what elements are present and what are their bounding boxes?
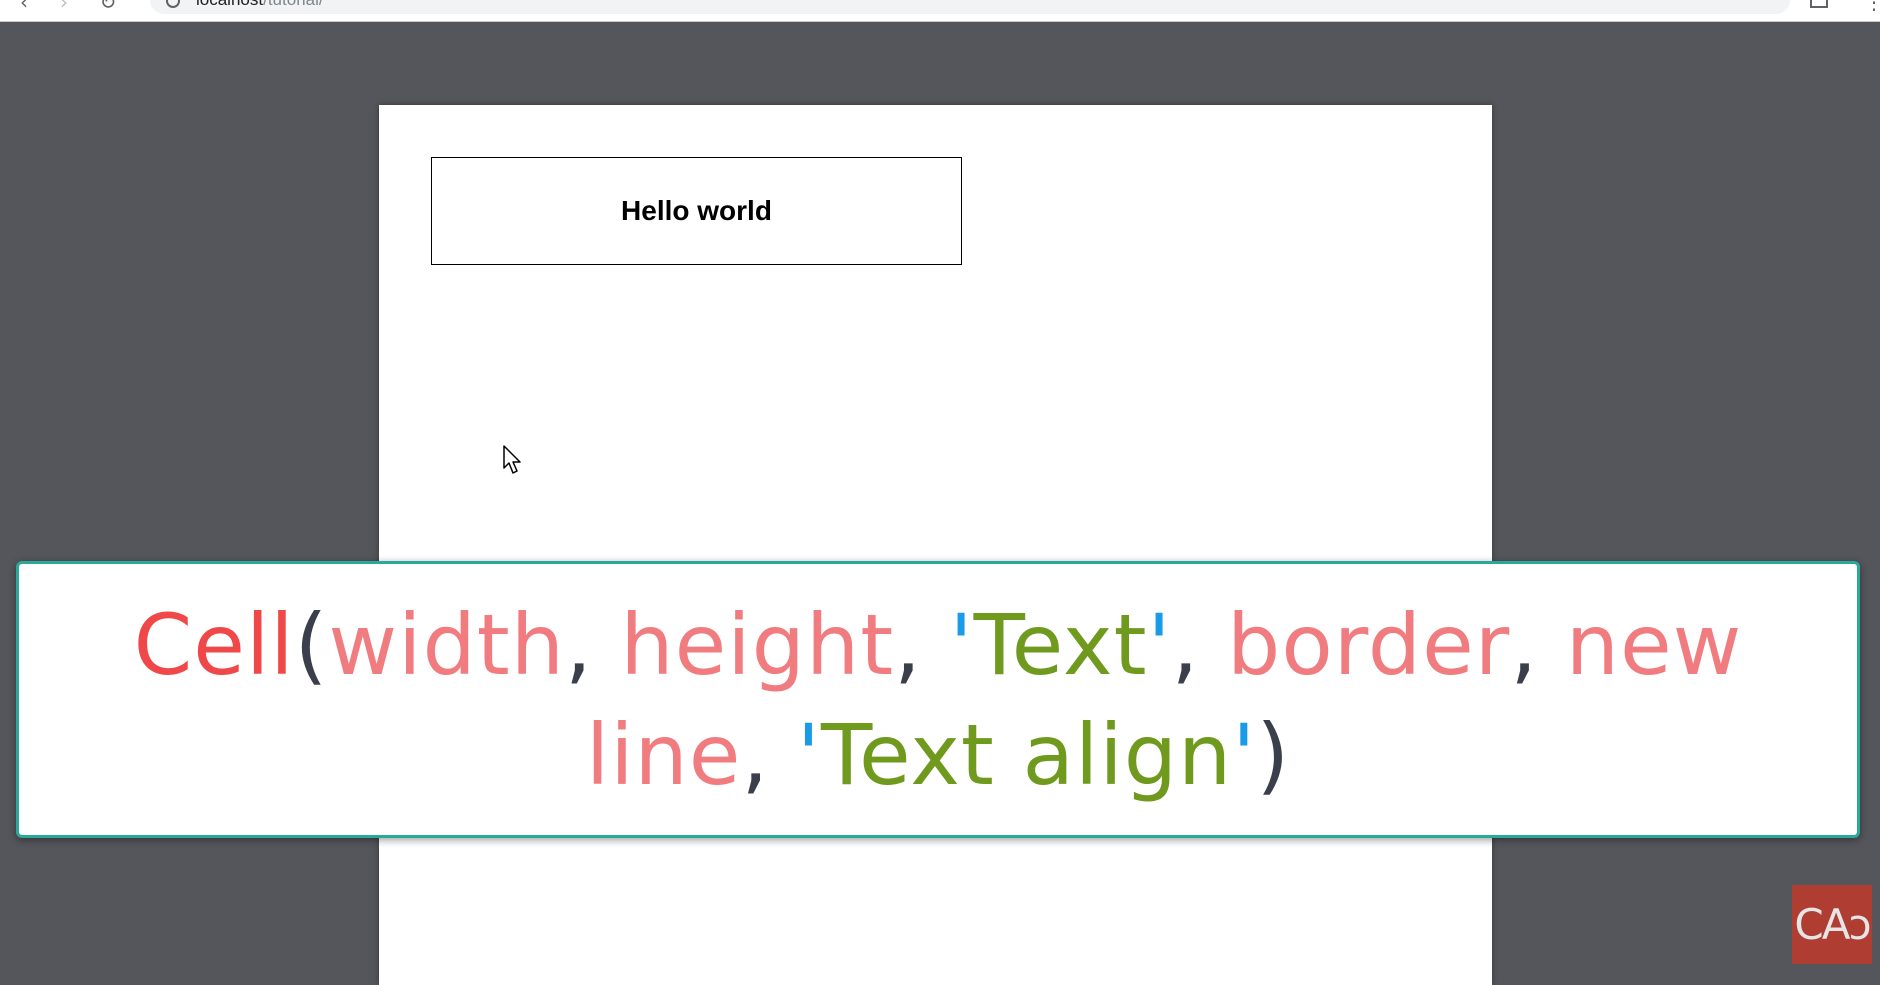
- caption-quote: ': [796, 705, 821, 804]
- reload-icon[interactable]: ↻: [98, 0, 118, 12]
- caption-comma: ,: [564, 595, 621, 694]
- caption-function: Cell: [133, 595, 295, 694]
- forward-icon[interactable]: ›: [54, 0, 74, 12]
- caption-quote: ': [1232, 705, 1257, 804]
- channel-logo: CAↄ: [1792, 885, 1872, 964]
- caption-param-height: height: [620, 595, 895, 694]
- caption-string-align: Text align: [820, 705, 1233, 804]
- caption-open-paren: (: [294, 595, 329, 694]
- mouse-cursor-icon: [503, 445, 521, 474]
- caption-overlay: Cell(width, height, 'Text', border, new …: [16, 561, 1860, 838]
- caption-quote: ': [949, 595, 974, 694]
- address-bar[interactable]: localhost/tutorial/: [150, 0, 1790, 14]
- caption-comma: ,: [1171, 595, 1228, 694]
- url-text[interactable]: localhost/tutorial/: [196, 0, 324, 10]
- caption-text: Cell(width, height, 'Text', border, new …: [79, 590, 1797, 810]
- caption-param-width: width: [328, 595, 565, 694]
- info-icon[interactable]: [166, 0, 180, 8]
- pdf-cell: Hello world: [431, 157, 962, 265]
- caption-comma: ,: [894, 595, 950, 694]
- pdf-cell-text: Hello world: [621, 195, 772, 226]
- caption-comma: ,: [741, 705, 797, 804]
- caption-comma: ,: [1510, 595, 1566, 694]
- menu-icon[interactable]: ⋮: [1864, 0, 1880, 14]
- caption-close-paren: ): [1256, 705, 1291, 804]
- caption-quote: ': [1147, 595, 1172, 694]
- account-icon[interactable]: [1810, 0, 1828, 8]
- caption-param-border: border: [1227, 595, 1511, 694]
- browser-toolbar: ‹ › ↻ localhost/tutorial/ ⋮: [0, 0, 1880, 22]
- caption-string-text: Text: [973, 595, 1148, 694]
- back-icon[interactable]: ‹: [14, 0, 34, 12]
- pdf-page: Hello world: [379, 105, 1492, 985]
